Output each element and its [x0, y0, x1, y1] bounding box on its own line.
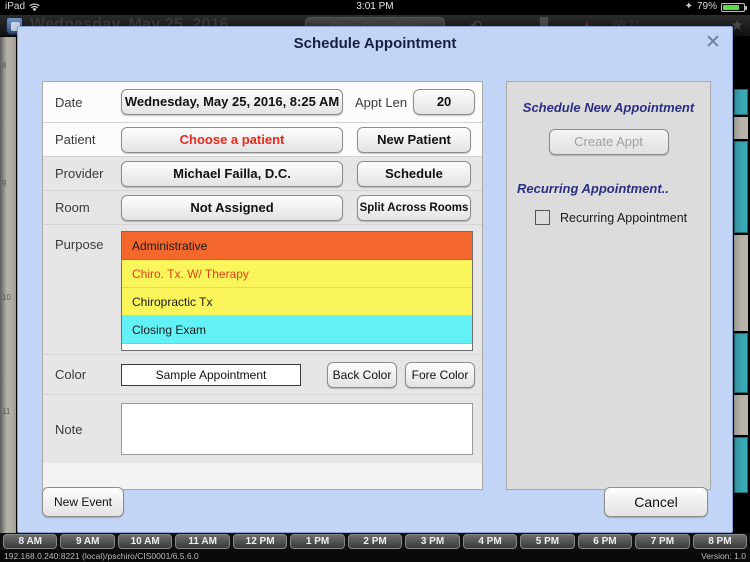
note-label: Note: [55, 421, 83, 437]
choose-patient-button[interactable]: Choose a patient: [121, 126, 343, 153]
purpose-label: Purpose: [55, 237, 104, 252]
purpose-item-chiro-tx-w-therapy[interactable]: Chiro. Tx. W/ Therapy: [122, 260, 472, 288]
purpose-item-administrative[interactable]: Administrative: [122, 232, 472, 260]
form-row-color: Color Sample Appointment Back Color Fore…: [43, 355, 482, 395]
recurring-appointment-row[interactable]: Recurring Appointment: [507, 210, 710, 225]
background-appointment-cell: [734, 89, 748, 115]
schedule-new-appointment-heading: Schedule New Appointment: [522, 100, 695, 115]
background-appointment-cell: [734, 141, 748, 233]
form-row-date: Date Wednesday, May 25, 2016, 8:25 AM Ap…: [43, 82, 482, 123]
color-sample-field[interactable]: Sample Appointment: [121, 363, 301, 386]
bluetooth-icon: ✦: [684, 1, 693, 12]
time-slot-button[interactable]: 12 PM: [232, 534, 288, 549]
recurring-appointment-heading: Recurring Appointment..: [517, 181, 669, 196]
purpose-list[interactable]: Administrative Chiro. Tx. W/ Therapy Chi…: [121, 231, 473, 351]
patient-label: Patient: [55, 132, 96, 147]
purpose-item-closing-exam[interactable]: Closing Exam: [122, 316, 472, 344]
clock-time: 3:01 PM: [356, 1, 394, 12]
form-row-patient: Patient Choose a patient New Patient: [43, 123, 482, 157]
time-slot-button[interactable]: 3 PM: [405, 534, 460, 549]
appointment-form-panel: Date Wednesday, May 25, 2016, 8:25 AM Ap…: [42, 81, 483, 490]
background-appointment-cell: [734, 333, 748, 393]
background-empty-cell: [734, 395, 748, 435]
room-value-button[interactable]: Not Assigned: [121, 194, 343, 221]
form-row-room: Room Not Assigned Split Across Rooms: [43, 191, 482, 225]
split-across-rooms-button[interactable]: Split Across Rooms: [357, 194, 471, 221]
room-label: Room: [55, 200, 90, 215]
battery-icon: [721, 3, 747, 12]
screen-root: iPad 3:01 PM ✦ 79% Wednesday, May 25, 20…: [0, 0, 750, 562]
side-action-panel: Schedule New Appointment Create Appt Rec…: [506, 81, 711, 490]
date-label: Date: [55, 94, 83, 110]
appt-len-field[interactable]: 20: [413, 89, 476, 115]
rail-label: 9: [2, 179, 7, 188]
time-slot-button[interactable]: 8 AM: [3, 534, 58, 549]
time-slot-button[interactable]: 4 PM: [462, 534, 518, 549]
note-input[interactable]: [121, 403, 473, 455]
new-event-button[interactable]: New Event: [42, 487, 124, 517]
form-row-purpose: Purpose Administrative Chiro. Tx. W/ The…: [43, 225, 482, 355]
provider-value-button[interactable]: Michael Failla, D.C.: [121, 160, 343, 187]
ios-status-bar: iPad 3:01 PM ✦ 79%: [0, 0, 750, 15]
time-slot-button[interactable]: 11 AM: [175, 534, 230, 549]
back-color-button[interactable]: Back Color: [327, 361, 397, 388]
ios-status-right: ✦ 79%: [684, 1, 747, 12]
background-appointment-cell: [734, 437, 748, 493]
background-appointment-column: [732, 37, 750, 533]
rail-label: 10: [2, 293, 11, 302]
rail-label: 8: [2, 61, 7, 70]
background-time-rail: 8 9 10 11: [0, 37, 16, 533]
connection-info: 192.168.0.240:8221 (local)/pschiro/CIS00…: [4, 551, 199, 561]
fore-color-button[interactable]: Fore Color: [405, 361, 475, 388]
recurring-appointment-label: Recurring Appointment: [560, 210, 688, 225]
battery-percent-label: 79%: [696, 1, 717, 12]
appt-len-label: Appt Len: [355, 94, 408, 110]
background-empty-cell: [734, 235, 748, 331]
recurring-appointment-checkbox[interactable]: [535, 210, 550, 225]
schedule-button[interactable]: Schedule: [357, 160, 471, 187]
schedule-appointment-dialog: Schedule Appointment ✕ Date Wednesday, M…: [17, 26, 733, 533]
version-info: Version: 1.0: [701, 551, 746, 561]
form-row-provider: Provider Michael Failla, D.C. Schedule: [43, 157, 482, 191]
close-icon[interactable]: ✕: [702, 33, 724, 55]
time-slot-button[interactable]: 2 PM: [347, 534, 403, 549]
time-slot-button[interactable]: 5 PM: [520, 534, 575, 549]
time-slot-button[interactable]: 6 PM: [577, 534, 633, 549]
form-row-note: Note: [43, 395, 482, 463]
create-appt-button[interactable]: Create Appt: [548, 129, 669, 155]
time-slot-button[interactable]: 8 PM: [692, 534, 748, 549]
color-label: Color: [55, 367, 87, 382]
app-status-bar: 192.168.0.240:8221 (local)/pschiro/CIS00…: [0, 550, 750, 562]
cancel-button[interactable]: Cancel: [604, 487, 708, 517]
time-slot-button[interactable]: 1 PM: [290, 534, 345, 549]
purpose-item-chiropractic-tx[interactable]: Chiropractic Tx: [122, 288, 472, 316]
date-value-button[interactable]: Wednesday, May 25, 2016, 8:25 AM: [121, 89, 343, 115]
background-empty-cell: [734, 117, 748, 139]
time-slot-button[interactable]: 9 AM: [60, 534, 115, 549]
time-slot-button[interactable]: 10 AM: [117, 534, 173, 549]
dialog-title: Schedule Appointment: [293, 35, 457, 52]
provider-label: Provider: [55, 166, 104, 181]
rail-label: 11: [2, 407, 11, 416]
time-slot-button[interactable]: 7 PM: [635, 534, 690, 549]
new-patient-button[interactable]: New Patient: [357, 126, 471, 153]
purpose-list-empty-space: [122, 344, 472, 350]
time-slot-bar: 8 AM 9 AM 10 AM 11 AM 12 PM 1 PM 2 PM 3 PM 4 PM 5…: [0, 533, 750, 550]
